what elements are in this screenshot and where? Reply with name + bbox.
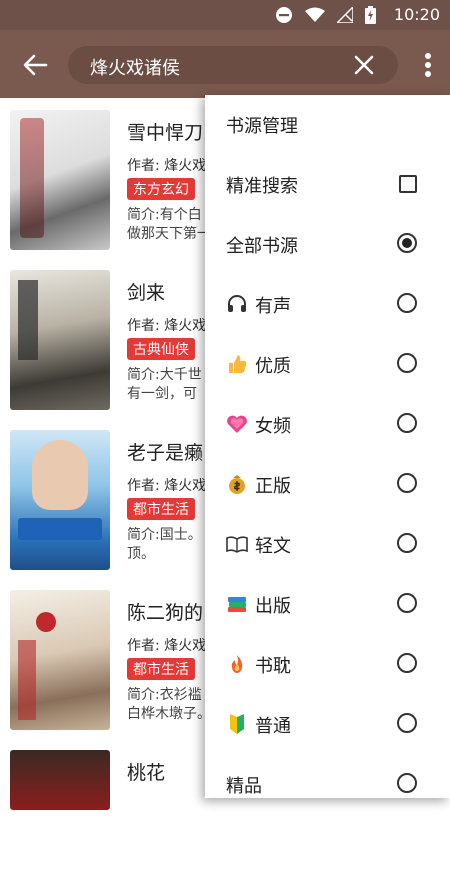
menu-label: 精品: [226, 776, 262, 797]
money-bag-icon: [229, 475, 245, 494]
exact-search-checkbox[interactable]: [399, 175, 417, 193]
menu-item-group[interactable]: 有声: [205, 275, 450, 335]
menu-item-group[interactable]: 书耽: [205, 635, 450, 695]
group-radio[interactable]: [397, 773, 417, 793]
genre-tag: 都市生活: [127, 498, 195, 520]
group-radio[interactable]: [397, 533, 417, 553]
do-not-disturb-icon: [276, 7, 292, 23]
menu-item-group[interactable]: 轻文: [205, 515, 450, 575]
group-radio[interactable]: [397, 293, 417, 313]
heart-icon: [227, 415, 247, 433]
book-title: 老子是癞: [127, 442, 204, 464]
menu-item-group[interactable]: 女频: [205, 395, 450, 455]
arrow-left-icon[interactable]: [20, 50, 50, 80]
book-cover: [10, 750, 110, 810]
status-icons: [275, 6, 376, 24]
book-title: 雪中悍刀: [127, 122, 204, 144]
group-radio[interactable]: [397, 413, 417, 433]
all-sources-radio[interactable]: [397, 233, 417, 253]
close-icon[interactable]: [352, 53, 376, 77]
group-radio[interactable]: [397, 473, 417, 493]
menu-label: 全部书源: [226, 236, 298, 257]
genre-tag: 东方玄幻: [127, 178, 195, 200]
book-title: 桃花: [127, 762, 166, 784]
menu-item-source-manage[interactable]: 书源管理: [205, 95, 450, 155]
book-author: 作者: 烽火戏: [127, 158, 207, 174]
menu-label: 出版: [255, 596, 291, 617]
group-radio[interactable]: [397, 653, 417, 673]
status-bar: 10:20: [0, 0, 450, 30]
search-input[interactable]: 烽火戏诸侯: [90, 54, 180, 80]
group-radio[interactable]: [397, 593, 417, 613]
menu-label: 普通: [255, 716, 291, 737]
genre-tag: 古典仙侠: [127, 338, 195, 360]
menu-label: 优质: [255, 356, 291, 377]
menu-item-group[interactable]: 普通: [205, 695, 450, 755]
search-field[interactable]: 烽火戏诸侯: [68, 46, 398, 84]
no-signal-icon: [337, 7, 353, 23]
menu-label: 有声: [255, 296, 291, 317]
menu-label: 女频: [255, 416, 291, 437]
book-author: 作者: 烽火戏: [127, 478, 207, 494]
books-icon: [228, 597, 246, 612]
book-cover: [10, 110, 110, 250]
book-cover: [10, 430, 110, 570]
headphones-icon: [228, 295, 246, 312]
menu-item-group[interactable]: 正版: [205, 455, 450, 515]
battery-charging-icon: [365, 6, 376, 24]
menu-item-exact-search[interactable]: 精准搜索: [205, 155, 450, 215]
group-radio[interactable]: [397, 353, 417, 373]
genre-tag: 都市生活: [127, 658, 195, 680]
book-author: 作者: 烽火戏: [127, 638, 207, 654]
menu-label: 精准搜索: [226, 176, 298, 197]
status-time: 10:20: [393, 5, 440, 24]
fire-icon: [231, 655, 243, 673]
open-book-icon: [226, 536, 248, 553]
beginner-icon: [230, 714, 244, 734]
menu-label: 书源管理: [226, 116, 298, 137]
menu-item-group[interactable]: 出版: [205, 575, 450, 635]
book-title: 陈二狗的: [127, 602, 204, 624]
menu-label: 轻文: [255, 536, 291, 557]
book-cover: [10, 590, 110, 730]
menu-item-group[interactable]: 优质: [205, 335, 450, 395]
menu-label: 正版: [255, 476, 291, 497]
more-vert-icon[interactable]: [424, 52, 432, 78]
source-menu: 书源管理 精准搜索 全部书源 有声 优质 女频 正版 轻文 出版 书耽 普通 精…: [205, 95, 450, 798]
menu-item-group[interactable]: 精品: [205, 755, 450, 815]
menu-item-all-sources[interactable]: 全部书源: [205, 215, 450, 275]
wifi-icon: [305, 7, 325, 22]
thumbs-up-icon: [229, 355, 247, 373]
book-title: 剑来: [127, 282, 166, 304]
app-bar: 烽火戏诸侯: [0, 30, 450, 98]
menu-label: 书耽: [255, 656, 291, 677]
group-radio[interactable]: [397, 713, 417, 733]
book-author: 作者: 烽火戏: [127, 318, 207, 334]
book-cover: [10, 270, 110, 410]
